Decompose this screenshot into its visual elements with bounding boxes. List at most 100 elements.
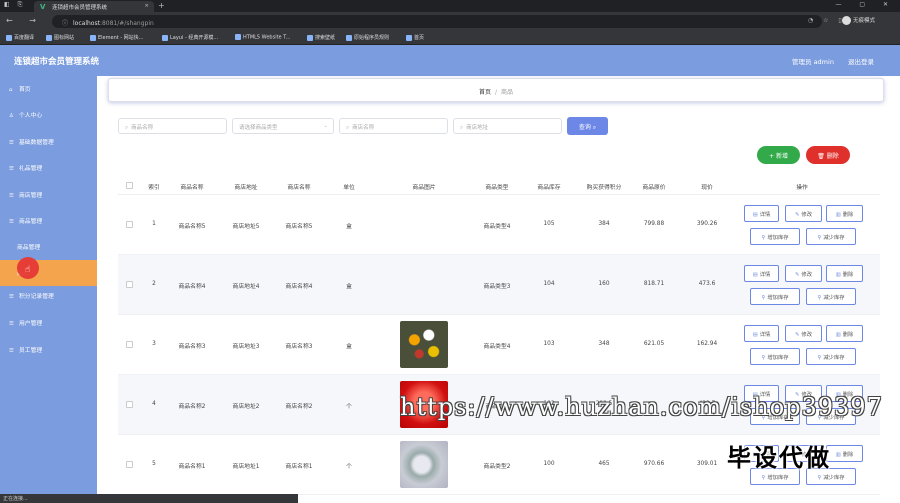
delete-row-button[interactable]: ▥ 删除	[826, 205, 863, 222]
sidebar-item-label: 积分记录管理	[19, 294, 54, 300]
sidebar-item[interactable]: ☰ 员工管理	[0, 337, 97, 363]
shop-name-input[interactable]: ⌕ 商店名称	[339, 118, 448, 134]
detail-button[interactable]: ▤ 详情	[744, 325, 779, 342]
detail-button[interactable]: ▤ 详情	[744, 205, 779, 222]
plus-icon: +	[769, 153, 775, 160]
sidebar-item-label: 商品管理	[17, 245, 41, 251]
add-stock-button[interactable]: ⚲ 增加库存	[750, 288, 800, 305]
browser-tab[interactable]: V 连锁超市会员管理系统 ×	[34, 1, 154, 12]
home-icon: ⌂	[9, 87, 13, 93]
detail-button[interactable]: ▤ 详情	[744, 265, 779, 282]
bookmark-item[interactable]: 图标网站	[46, 34, 74, 41]
watermark-text: 毕设代做	[727, 444, 831, 472]
sidebar-item-label: 商品管理	[19, 219, 43, 225]
address-bar: ← → ↻ ⓘ localhost:8081/#/shangpin ◔ ☆ ▯ 无…	[0, 12, 900, 31]
logout-link[interactable]: 退出登录	[848, 58, 874, 66]
column-header: 单位	[343, 185, 355, 191]
browser-tabbar: ◧ ⎘ V 连锁超市会员管理系统 × + — ▢ ✕	[0, 0, 900, 12]
search-icon: ⌕	[125, 125, 129, 131]
info-icon[interactable]: ⓘ	[62, 20, 68, 27]
cell-name: 商品名称5	[178, 224, 206, 230]
new-tab-icon[interactable]: +	[158, 1, 165, 10]
url-field[interactable]: ⓘ localhost:8081/#/shangpin	[52, 15, 822, 28]
bookmark-item[interactable]: HTML5 Website T...	[235, 34, 290, 41]
bookmark-item[interactable]: 百度翻译	[6, 34, 34, 41]
cell-stock: 103	[543, 341, 555, 347]
bookmark-item[interactable]: 搜索壁纸	[307, 34, 335, 41]
bookmark-item[interactable]: 首页	[406, 34, 424, 41]
cell-price: 390.26	[696, 221, 718, 227]
sidebar-item[interactable]: ☰ 基础数据管理	[0, 129, 97, 155]
bookmark-icon	[46, 34, 52, 41]
sidebar-item[interactable]: ☰ 积分记录管理	[0, 283, 97, 309]
shop-address-input[interactable]: ⌕ 商店地址	[453, 118, 562, 134]
cell-orig: 818.71	[643, 281, 665, 287]
add-stock-button[interactable]: ⚲ 增加库存	[750, 228, 800, 245]
delete-row-button[interactable]: ▥ 删除	[826, 325, 863, 342]
cell-stock: 104	[543, 281, 555, 287]
query-button[interactable]: 查询 ⌕	[567, 117, 608, 135]
sidebar-item-label: 个人中心	[19, 113, 43, 119]
sidebar-item[interactable]: ☰ 礼品管理	[0, 155, 97, 181]
bookmark-icon	[346, 34, 352, 41]
edit-button[interactable]: ✎ 修改	[785, 325, 822, 342]
column-header: 商店地址	[234, 185, 258, 191]
sidebar-item-label: 首页	[19, 87, 31, 93]
cell-orig: 799.88	[643, 221, 665, 227]
sidebar-item-label: 员工管理	[19, 348, 43, 354]
edit-button[interactable]: ✎ 修改	[785, 265, 822, 282]
reduce_stock-icon: ⚲	[817, 355, 822, 361]
sidebar-item[interactable]: ⌂ 首页	[0, 76, 97, 102]
edit-icon: ✎	[794, 332, 800, 338]
cell-type: 商品类型2	[483, 464, 511, 470]
sidebar-item[interactable]: ☰ 商店管理	[0, 182, 97, 208]
delete-row-button[interactable]: ▥ 删除	[826, 265, 863, 282]
search-icon: ⌕	[460, 125, 464, 131]
add_stock-icon: ⚲	[761, 235, 766, 241]
cell-name: 商品名称2	[178, 404, 206, 410]
breadcrumb: 首页 / 商品	[108, 78, 884, 102]
add-stock-button[interactable]: ⚲ 增加库存	[750, 348, 800, 365]
sidebar-item[interactable]: ☰ 用户管理	[0, 310, 97, 336]
window-controls[interactable]: — ▢ ✕	[835, 1, 896, 8]
url-host: localhost	[73, 20, 100, 27]
cell-stock: 105	[543, 221, 555, 227]
cursor-icon: ☝	[25, 265, 31, 275]
reduce-stock-button[interactable]: ⚲ 减少库存	[806, 348, 856, 365]
bookmark-icon	[307, 34, 313, 41]
delete-row-button[interactable]: ▥ 删除	[826, 445, 863, 462]
add-button[interactable]: + 新增	[757, 146, 800, 164]
sidebar-item[interactable]: ☰ 商品管理	[0, 208, 97, 234]
edit-button[interactable]: ✎ 修改	[785, 205, 822, 222]
bookmark-item[interactable]: Element - 网站快...	[90, 34, 143, 41]
bookmark-item[interactable]: 原始程序员规则	[346, 34, 389, 41]
tab-controls[interactable]: ◧ ⎘	[4, 1, 25, 9]
sidebar-item[interactable]: 商品管理	[0, 234, 97, 260]
cell-orig: 621.05	[643, 341, 665, 347]
breadcrumb-current: 商品	[501, 89, 514, 96]
bookmark-icon	[90, 34, 96, 41]
reduce-stock-button[interactable]: ⚲ 减少库存	[806, 288, 856, 305]
menu-icon: ☰	[9, 321, 14, 327]
product-image	[400, 441, 448, 488]
search-icon: ⌕	[346, 125, 350, 131]
cell-stock: 100	[543, 461, 555, 467]
column-header: 商品类型	[485, 185, 509, 191]
cell-name: 商品名称4	[178, 284, 206, 290]
avatar	[842, 16, 851, 25]
product-name-input[interactable]: ⌕ 商品名称	[118, 118, 227, 134]
profile-button[interactable]: 无痕模式	[842, 16, 875, 25]
detail-icon: ▤	[752, 332, 758, 338]
sidebar-item[interactable]: ♙ 个人中心	[0, 102, 97, 128]
add_stock-icon: ⚲	[761, 475, 766, 481]
bookmark-item[interactable]: Layui - 经典开源模...	[162, 34, 218, 41]
extension-icons[interactable]: ◔ ☆ ▯	[808, 17, 846, 24]
close-icon[interactable]: ×	[144, 3, 149, 9]
product-type-select[interactable]: 请选择商品类型 ⌄	[232, 118, 334, 134]
breadcrumb-home[interactable]: 首页	[479, 89, 491, 96]
sidebar-item-label: 礼品管理	[19, 166, 43, 172]
reduce-stock-button[interactable]: ⚲ 减少库存	[806, 228, 856, 245]
cell-orig: 970.66	[643, 461, 665, 467]
reduce_stock-icon: ⚲	[817, 475, 822, 481]
delete-button[interactable]: 🗑 删除	[806, 146, 850, 164]
